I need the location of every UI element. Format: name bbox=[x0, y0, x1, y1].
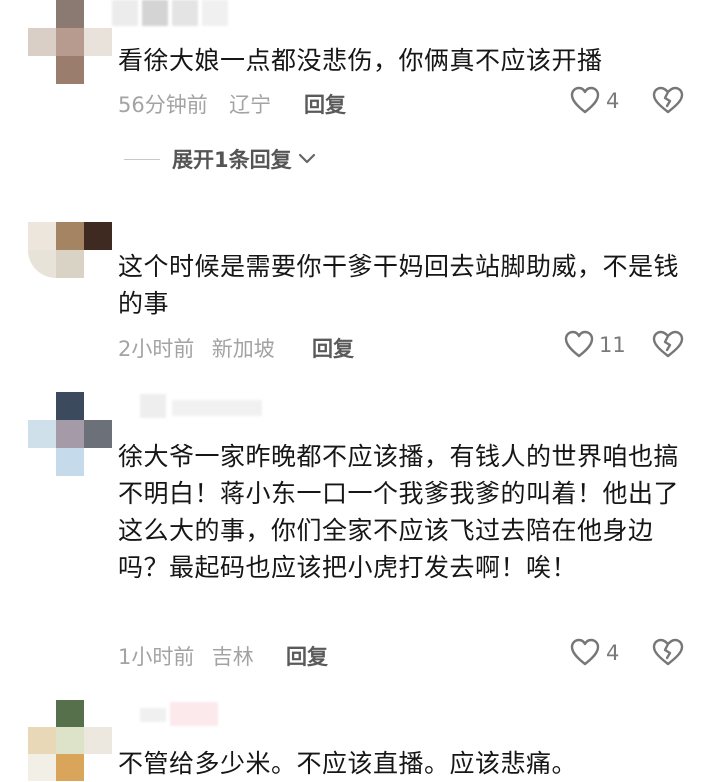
comment-meta: 2小时前 新加坡 bbox=[118, 333, 275, 363]
comment-time: 2小时前 bbox=[118, 337, 195, 361]
expand-replies-label: 展开1条回复 bbox=[172, 148, 292, 172]
username-redacted[interactable] bbox=[140, 702, 220, 726]
avatar[interactable] bbox=[28, 392, 112, 476]
comment-location: 辽宁 bbox=[229, 93, 272, 117]
comment-location: 吉林 bbox=[211, 645, 254, 669]
comment-meta: 1小时前 吉林 bbox=[118, 641, 254, 671]
comment-text: 看徐大娘一点都没悲伤，你俩真不应该开播 bbox=[118, 46, 603, 75]
divider bbox=[124, 158, 160, 160]
comment-text: 这个时候是需要你干爹干妈回去站脚助威，不是钱的事 bbox=[118, 252, 680, 318]
comment-meta: 56分钟前 辽宁 bbox=[118, 89, 271, 119]
expand-replies-button[interactable]: 展开1条回复 bbox=[124, 144, 316, 174]
comment-location: 新加坡 bbox=[211, 337, 275, 361]
avatar[interactable] bbox=[28, 222, 112, 278]
like-count: 4 bbox=[606, 89, 620, 113]
comment-time: 56分钟前 bbox=[118, 93, 208, 117]
username-redacted[interactable] bbox=[112, 0, 242, 26]
reply-button[interactable]: 回复 bbox=[304, 89, 346, 119]
reply-button[interactable]: 回复 bbox=[312, 333, 354, 363]
comment-time: 1小时前 bbox=[118, 645, 195, 669]
chevron-down-icon bbox=[298, 153, 316, 165]
heart-outline-icon[interactable] bbox=[564, 330, 594, 358]
broken-heart-icon[interactable] bbox=[652, 330, 684, 358]
reply-button[interactable]: 回复 bbox=[286, 641, 328, 671]
heart-outline-icon[interactable] bbox=[570, 86, 600, 114]
heart-outline-icon[interactable] bbox=[570, 638, 600, 666]
avatar[interactable] bbox=[28, 0, 112, 84]
broken-heart-icon[interactable] bbox=[652, 638, 684, 666]
like-count: 4 bbox=[606, 641, 620, 665]
broken-heart-icon[interactable] bbox=[652, 86, 684, 114]
avatar[interactable] bbox=[28, 700, 112, 781]
comment-text: 不管给多少米。不应该直播。应该悲痛。 bbox=[118, 749, 578, 778]
like-count: 11 bbox=[599, 333, 626, 357]
comment-text: 徐大爷一家昨晚都不应该播，有钱人的世界咱也搞不明白！蒋小东一口一个我爹我爹的叫着… bbox=[118, 442, 680, 582]
username-redacted[interactable] bbox=[140, 394, 270, 418]
